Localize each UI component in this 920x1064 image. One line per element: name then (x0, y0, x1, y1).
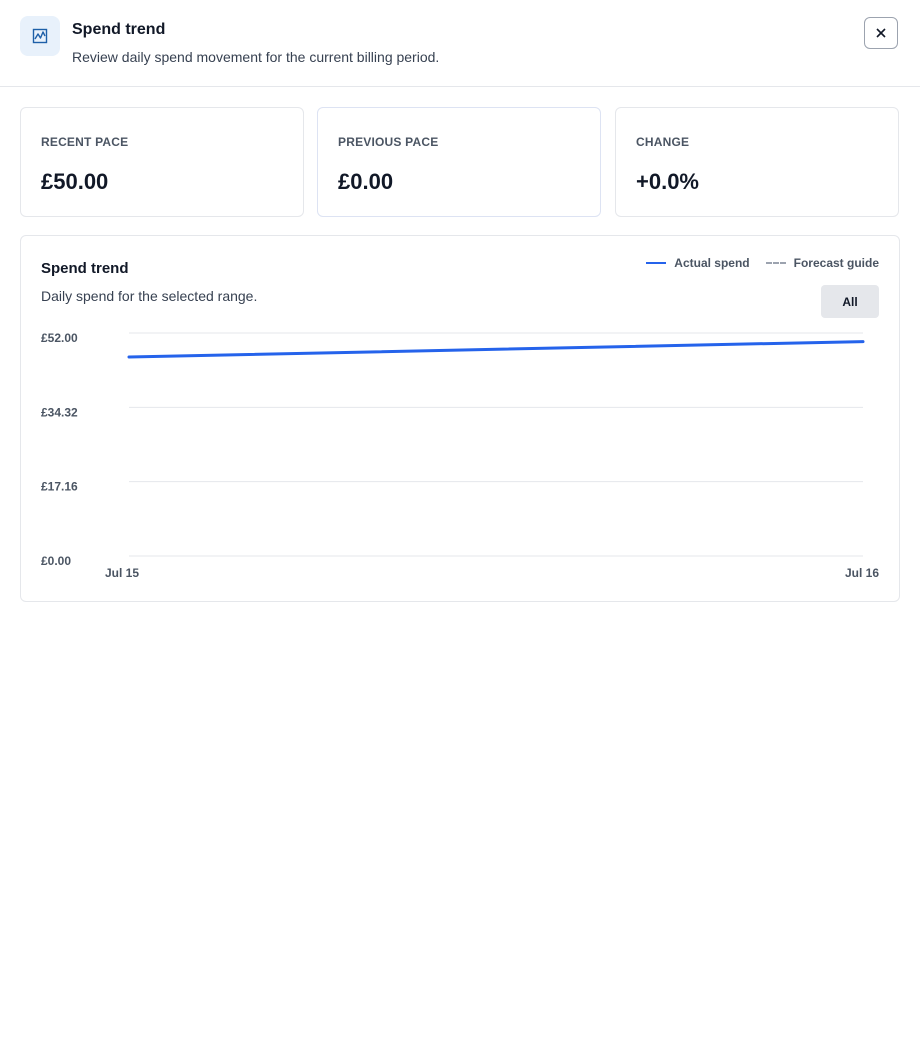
stat-value: £0.00 (338, 169, 394, 194)
stat-value: £50.00 (41, 169, 109, 194)
stat-card-change: CHANGE +0.0% (615, 107, 899, 217)
y-tick-label: £0.00 (41, 554, 71, 568)
y-tick-label: £34.32 (41, 405, 78, 419)
x-tick-label: Jul 15 (105, 566, 139, 580)
close-icon (876, 28, 886, 38)
stat-card-recent-pace: RECENT PACE £50.00 (20, 107, 304, 217)
close-button[interactable] (864, 17, 898, 49)
data-point (861, 340, 865, 343)
dialog-header: Spend trend Review daily spend movement … (0, 0, 920, 87)
stat-card-previous-pace: PREVIOUS PACE £0.00 (317, 107, 601, 217)
dialog-title: Spend trend (72, 21, 166, 38)
stat-label: RECENT PACE (41, 135, 129, 149)
line-chart: £52.00 £34.32 £17.16 £0.00 Jul 15 Jul 16 (41, 331, 879, 580)
chart-icon (20, 16, 60, 56)
x-tick-label: Jul 16 (845, 566, 879, 580)
chart-card: Spend trend Daily spend for the selected… (20, 235, 900, 602)
y-tick-label: £17.16 (41, 480, 78, 494)
stat-label: CHANGE (636, 135, 690, 149)
y-tick-label: £52.00 (41, 331, 78, 345)
stat-value: +0.0% (636, 169, 699, 194)
stat-label: PREVIOUS PACE (338, 135, 439, 149)
series-line-actual-spend (127, 340, 865, 359)
dialog-subtitle: Review daily spend movement for the curr… (72, 49, 440, 65)
data-point (127, 355, 131, 359)
